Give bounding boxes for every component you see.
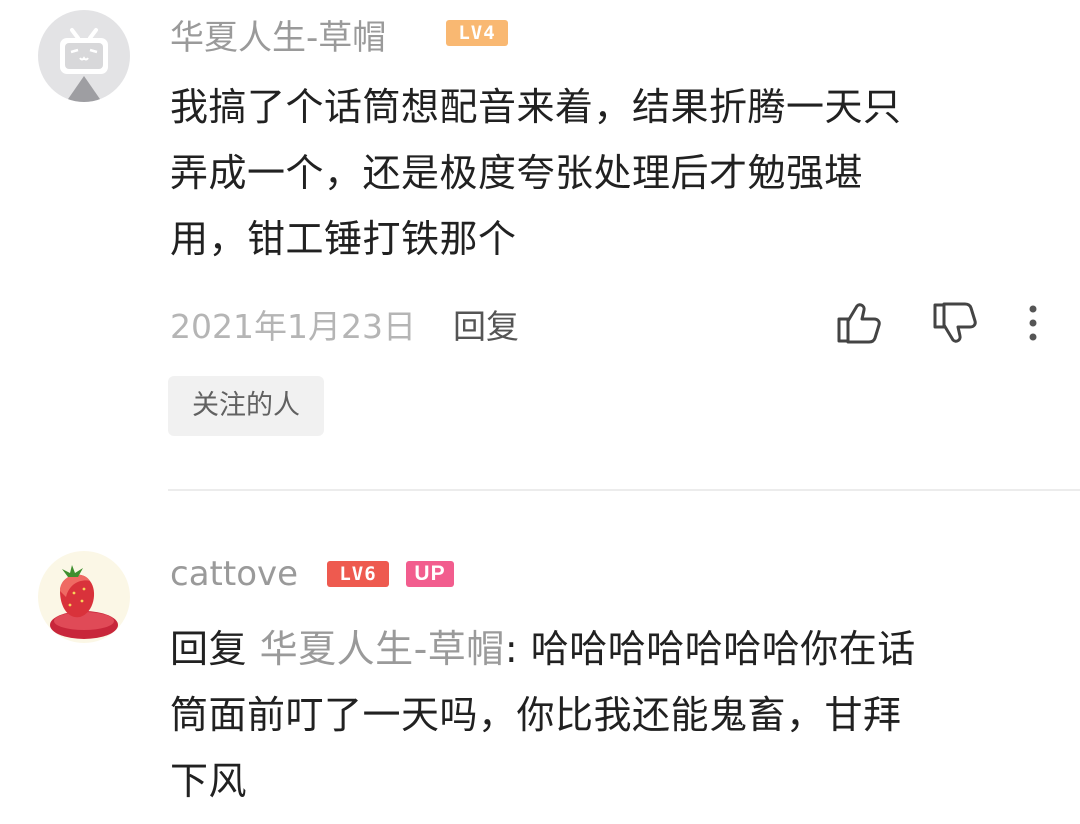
comment-line: 筒面前叮了一天吗，你比我还能鬼畜，甘拜 (170, 693, 902, 737)
reply-prefix: 回复 (170, 627, 260, 671)
comment-line: 弄成一个，还是极度夸张处理后才勉强堪 (170, 151, 864, 195)
more-vertical-icon (1029, 305, 1037, 341)
comment-text: 回复 华夏人生-草帽: 哈哈哈哈哈哈哈你在话 筒面前叮了一天吗，你比我还能鬼畜，… (170, 616, 1050, 814)
reply-button[interactable]: 回复 (453, 300, 519, 348)
user-avatar[interactable] (38, 10, 130, 102)
thumb-down-icon (933, 302, 977, 343)
comment-divider (168, 489, 1080, 491)
strawberry-avatar-icon (50, 565, 118, 639)
level-badge: LV6 (327, 561, 389, 587)
comment-line: 下风 (170, 759, 248, 803)
thumb-up-icon (837, 303, 881, 344)
user-avatar[interactable] (38, 551, 130, 643)
like-button[interactable] (834, 300, 882, 346)
comment-line: 我搞了个话筒想配音来着，结果折腾一天只 (170, 85, 902, 129)
dislike-button[interactable] (930, 300, 978, 346)
comment-line-text: : 哈哈哈哈哈哈哈你在话 (504, 627, 916, 671)
comment-line: 用，钳工锤打铁那个 (170, 217, 517, 261)
comment-date: 2021年1月23日 (170, 307, 416, 346)
reply-mention-link[interactable]: 华夏人生-草帽 (260, 627, 505, 671)
comment-username[interactable]: cattove (170, 554, 298, 594)
followed-tag: 关注的人 (168, 376, 324, 436)
bilibili-tv-default-avatar-icon (60, 28, 108, 102)
comment-text: 我搞了个话筒想配音来着，结果折腾一天只 弄成一个，还是极度夸张处理后才勉强堪 用… (170, 74, 1050, 272)
comment-line: 回复 华夏人生-草帽: 哈哈哈哈哈哈哈你在话 (170, 616, 1050, 682)
up-badge: UP (406, 561, 454, 587)
more-options-button[interactable] (1018, 300, 1048, 346)
comment-username[interactable]: 华夏人生-草帽 (170, 10, 386, 59)
level-badge: LV4 (446, 20, 508, 46)
